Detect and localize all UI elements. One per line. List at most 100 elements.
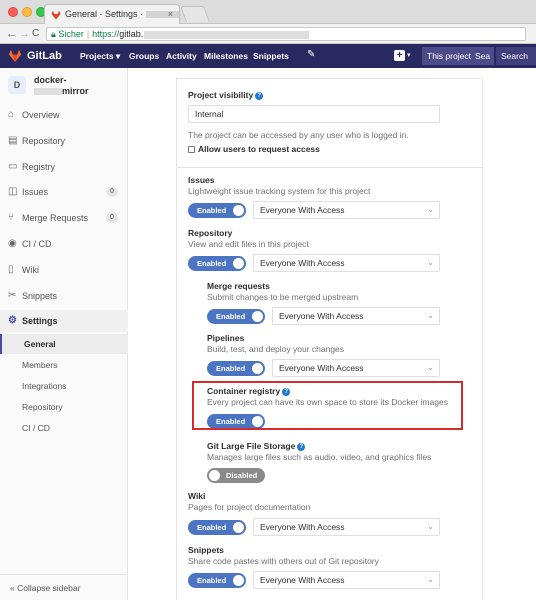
issues-toggle[interactable]: Enabled: [188, 203, 246, 218]
toggle-knob: [252, 311, 263, 322]
chevron-down-icon[interactable]: ▾: [407, 51, 411, 59]
collapse-sidebar-label: Collapse sidebar: [17, 583, 81, 593]
sidebar-item-registry[interactable]: ▭ Registry: [0, 156, 128, 178]
visibility-select[interactable]: Internal: [188, 105, 440, 123]
repo-icon: ▤: [8, 135, 18, 146]
sidebar-item-label: Wiki: [22, 265, 39, 275]
snippets-toggle[interactable]: Enabled: [188, 573, 246, 588]
access-value: Everyone With Access: [279, 311, 364, 321]
nav-groups[interactable]: Groups: [129, 51, 159, 61]
pipelines-description: Build, test, and deploy your changes: [207, 344, 345, 354]
back-arrow-icon[interactable]: ←: [6, 27, 17, 41]
sidebar-item-ci-cd[interactable]: ◉ CI / CD: [0, 233, 128, 255]
toggle-label: Enabled: [197, 206, 227, 215]
sidebar-item-label: Issues: [22, 187, 49, 197]
merge-requests-toggle[interactable]: Enabled: [207, 309, 265, 324]
issues-access-select[interactable]: Everyone With Access ⌄: [253, 201, 440, 219]
visibility-description: The project can be accessed by any user …: [188, 130, 409, 140]
search-input[interactable]: Sea: [472, 47, 494, 65]
project-avatar: D: [8, 76, 26, 94]
repository-access-select[interactable]: Everyone With Access ⌄: [253, 254, 440, 272]
project-header[interactable]: D docker- mirror: [0, 68, 128, 102]
nav-snippets[interactable]: Snippets: [253, 51, 289, 61]
visibility-value: Internal: [195, 109, 224, 119]
git-lfs-toggle[interactable]: Disabled: [207, 468, 265, 483]
address-bar[interactable]: 🔒︎ Sicher | https://gitlab.: [46, 27, 526, 41]
sidebar-subitem-repository[interactable]: Repository: [0, 397, 128, 417]
toggle-label: Enabled: [197, 523, 227, 532]
gitlab-logo-icon[interactable]: [8, 49, 22, 63]
toggle-knob: [233, 575, 244, 586]
help-icon[interactable]: ?: [297, 442, 306, 451]
chevron-down-icon: ⌄: [427, 522, 434, 531]
sidebar-item-issues[interactable]: ◫ Issues 0: [0, 181, 128, 203]
home-icon: ⌂: [8, 109, 15, 120]
sidebar-item-merge-requests[interactable]: ⑂ Merge Requests 0: [0, 207, 128, 229]
sidebar-subitem-integrations[interactable]: Integrations: [0, 376, 128, 396]
snippets-heading: Snippets: [188, 545, 224, 555]
nav-activity[interactable]: Activity: [166, 51, 197, 61]
repository-toggle[interactable]: Enabled: [188, 256, 246, 271]
close-tab-icon[interactable]: ×: [168, 9, 173, 19]
sidebar-item-label: Registry: [22, 162, 56, 172]
merge-requests-heading: Merge requests: [207, 281, 270, 291]
minimize-window-button[interactable]: [22, 7, 32, 17]
url-scheme: https://: [92, 29, 120, 39]
toggle-knob: [233, 205, 244, 216]
gitlab-brand[interactable]: GitLab: [27, 50, 62, 62]
git-lfs-description: Manages large files such as audio, video…: [207, 452, 432, 462]
sidebar-subitem-ci-cd[interactable]: CI / CD: [0, 418, 128, 438]
sidebar-item-overview[interactable]: ⌂ Overview: [0, 104, 128, 126]
snippets-access-select[interactable]: Everyone With Access ⌄: [253, 571, 440, 589]
search-button[interactable]: Search: [496, 47, 536, 65]
browser-tab[interactable]: General · Settings · ×: [44, 4, 180, 24]
divider: [177, 167, 482, 168]
divider: [177, 78, 482, 79]
wiki-toggle[interactable]: Enabled: [188, 520, 246, 535]
sidebar-item-label: Overview: [22, 110, 60, 120]
sidebar-item-settings[interactable]: ⚙ Settings: [0, 310, 128, 332]
repository-heading: Repository: [188, 228, 233, 238]
sidebar-subitem-general[interactable]: General: [0, 334, 128, 354]
gear-icon: ⚙: [8, 315, 17, 326]
browser-tab-bar: General · Settings · ×: [0, 0, 536, 24]
new-item-plus-icon[interactable]: +: [394, 50, 405, 61]
forward-arrow-icon[interactable]: →: [19, 27, 30, 41]
project-name-line1: docker-: [34, 75, 67, 85]
new-tab-button[interactable]: [180, 6, 210, 22]
chevron-down-icon: ⌄: [427, 205, 434, 214]
search-scope-this-project[interactable]: This project: [422, 47, 472, 65]
wiki-access-select[interactable]: Everyone With Access ⌄: [253, 518, 440, 536]
browser-toolbar: ← → C 🔒︎ Sicher | https://gitlab.: [0, 24, 536, 44]
close-window-button[interactable]: [8, 7, 18, 17]
admin-wrench-icon[interactable]: ✎: [307, 49, 315, 60]
pipelines-heading: Pipelines: [207, 333, 245, 343]
repository-description: View and edit files in this project: [188, 239, 309, 249]
gitlab-header: GitLab Projects ▾ Groups Activity Milest…: [0, 44, 536, 68]
sidebar-item-snippets[interactable]: ✂ Snippets: [0, 285, 128, 307]
project-name-suffix: mirror: [62, 86, 89, 96]
collapse-sidebar-button[interactable]: « Collapse sidebar: [0, 574, 128, 600]
nav-milestones[interactable]: Milestones: [204, 51, 248, 61]
book-icon: ▯: [8, 264, 14, 275]
count-badge: 0: [106, 213, 118, 223]
project-sidebar: D docker- mirror ⌂ Overview ▤ Repository ▭…: [0, 68, 128, 600]
sidebar-item-repository[interactable]: ▤ Repository: [0, 130, 128, 152]
sidebar-item-label: Repository: [22, 136, 66, 146]
double-chevron-left-icon: «: [10, 583, 15, 593]
pipelines-toggle[interactable]: Enabled: [207, 361, 265, 376]
help-icon[interactable]: ?: [255, 91, 264, 100]
merge-requests-access-select[interactable]: Everyone With Access ⌄: [272, 307, 440, 325]
visibility-label: Project visibility: [188, 90, 254, 100]
chevron-down-icon: ⌄: [427, 311, 434, 320]
reload-icon[interactable]: C: [32, 27, 39, 41]
pipelines-access-select[interactable]: Everyone With Access ⌄: [272, 359, 440, 377]
request-access-checkbox[interactable]: [188, 146, 195, 153]
request-access-label[interactable]: Allow users to request access: [198, 144, 320, 154]
toggle-knob: [233, 522, 244, 533]
toggle-label: Enabled: [216, 312, 246, 321]
toggle-label: Disabled: [226, 471, 258, 480]
sidebar-subitem-members[interactable]: Members: [0, 355, 128, 375]
nav-projects[interactable]: Projects ▾: [80, 51, 120, 62]
sidebar-item-wiki[interactable]: ▯ Wiki: [0, 259, 128, 281]
